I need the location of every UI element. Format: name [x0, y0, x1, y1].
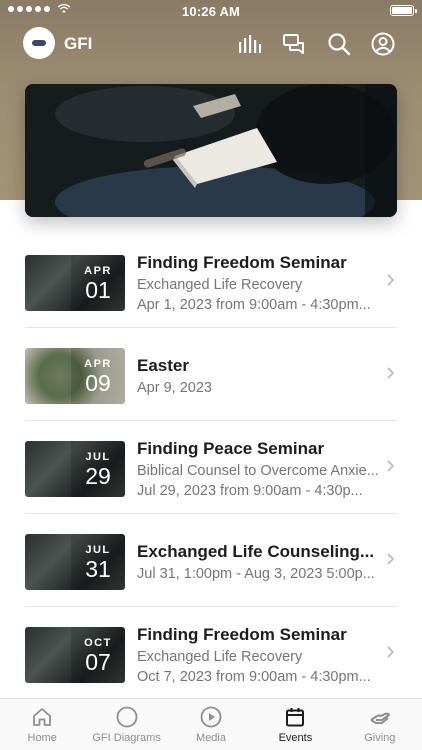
- event-date: Apr 9, 2023: [137, 380, 212, 396]
- tab-label: Giving: [364, 732, 396, 744]
- event-month: APR: [84, 264, 112, 277]
- list-item[interactable]: OCT 07 Finding Freedom Seminar Exchanged…: [25, 607, 397, 700]
- tab-gfi-diagrams[interactable]: GFI Diagrams: [84, 699, 168, 750]
- event-date: Jul 29, 2023 from 9:00am - 4:30p...: [137, 483, 363, 499]
- event-title: Finding Freedom Seminar: [137, 253, 347, 272]
- home-icon: [30, 705, 54, 729]
- battery-icon: [390, 5, 417, 16]
- status-time: 10:26 AM: [181, 4, 241, 19]
- event-thumbnail: OCT 07: [25, 627, 125, 683]
- tab-giving[interactable]: Giving: [338, 699, 422, 750]
- date-badge: OCT 07: [71, 627, 125, 683]
- event-day: 29: [85, 462, 111, 489]
- top-nav: GFI: [0, 24, 422, 64]
- tab-bar: Home GFI Diagrams Media Events Giving: [0, 698, 422, 750]
- tab-media[interactable]: Media: [169, 699, 253, 750]
- date-badge: JUL 29: [71, 441, 125, 497]
- app-logo[interactable]: [23, 27, 55, 59]
- hero-image[interactable]: [25, 84, 397, 217]
- chevron-right-icon: [387, 367, 395, 379]
- tab-label: Home: [27, 732, 57, 744]
- tab-home[interactable]: Home: [0, 699, 84, 750]
- list-item[interactable]: JUL 31 Exchanged Life Counseling... Jul …: [25, 514, 397, 607]
- list-item[interactable]: APR 01 Finding Freedom Seminar Exchanged…: [25, 235, 397, 328]
- event-date: Apr 1, 2023 from 9:00am - 4:30pm...: [137, 297, 371, 313]
- play-icon: [199, 705, 223, 729]
- event-title: Easter: [137, 356, 189, 375]
- event-thumbnail: APR 01: [25, 255, 125, 311]
- tab-events[interactable]: Events: [253, 699, 337, 750]
- chevron-right-icon: [387, 460, 395, 472]
- event-date: Jul 31, 1:00pm - Aug 3, 2023 5:00p...: [137, 566, 375, 582]
- chat-icon[interactable]: [281, 31, 307, 57]
- list-item[interactable]: JUL 29 Finding Peace Seminar Biblical Co…: [25, 421, 397, 514]
- event-thumbnail: JUL 31: [25, 534, 125, 590]
- event-subtitle: Exchanged Life Recovery: [137, 277, 303, 293]
- event-title: Exchanged Life Counseling...: [137, 542, 375, 561]
- search-icon[interactable]: [326, 31, 352, 57]
- event-month: JUL: [85, 450, 111, 463]
- event-day: 09: [85, 369, 111, 396]
- circle-icon: [115, 705, 139, 729]
- event-thumbnail: APR 09: [25, 348, 125, 404]
- chevron-right-icon: [387, 553, 395, 565]
- event-subtitle: Exchanged Life Recovery: [137, 649, 303, 665]
- chevron-right-icon: [387, 646, 395, 658]
- event-date: Oct 7, 2023 from 9:00am - 4:30pm...: [137, 669, 371, 685]
- event-title: Finding Freedom Seminar: [137, 625, 347, 644]
- event-month: JUL: [85, 543, 111, 556]
- calendar-icon: [283, 705, 307, 729]
- event-title: Finding Peace Seminar: [137, 439, 325, 458]
- status-bar: 10:26 AM: [0, 0, 422, 24]
- audio-bars-icon[interactable]: [236, 31, 262, 57]
- event-day: 07: [85, 648, 111, 675]
- chevron-right-icon: [387, 274, 395, 286]
- event-month: OCT: [84, 636, 112, 649]
- event-day: 31: [85, 555, 111, 582]
- giving-hand-icon: [368, 705, 392, 729]
- app-title: GFI: [64, 34, 93, 53]
- event-thumbnail: JUL 29: [25, 441, 125, 497]
- date-badge: JUL 31: [71, 534, 125, 590]
- event-day: 01: [85, 276, 111, 303]
- tab-label: GFI Diagrams: [92, 732, 161, 744]
- event-month: APR: [84, 357, 112, 370]
- tab-label: Media: [196, 732, 226, 744]
- profile-icon[interactable]: [370, 31, 396, 57]
- date-badge: APR 09: [71, 348, 125, 404]
- list-item[interactable]: APR 09 Easter Apr 9, 2023: [25, 328, 397, 421]
- date-badge: APR 01: [71, 255, 125, 311]
- event-subtitle: Biblical Counsel to Overcome Anxie...: [137, 463, 379, 479]
- tab-label: Events: [278, 732, 313, 744]
